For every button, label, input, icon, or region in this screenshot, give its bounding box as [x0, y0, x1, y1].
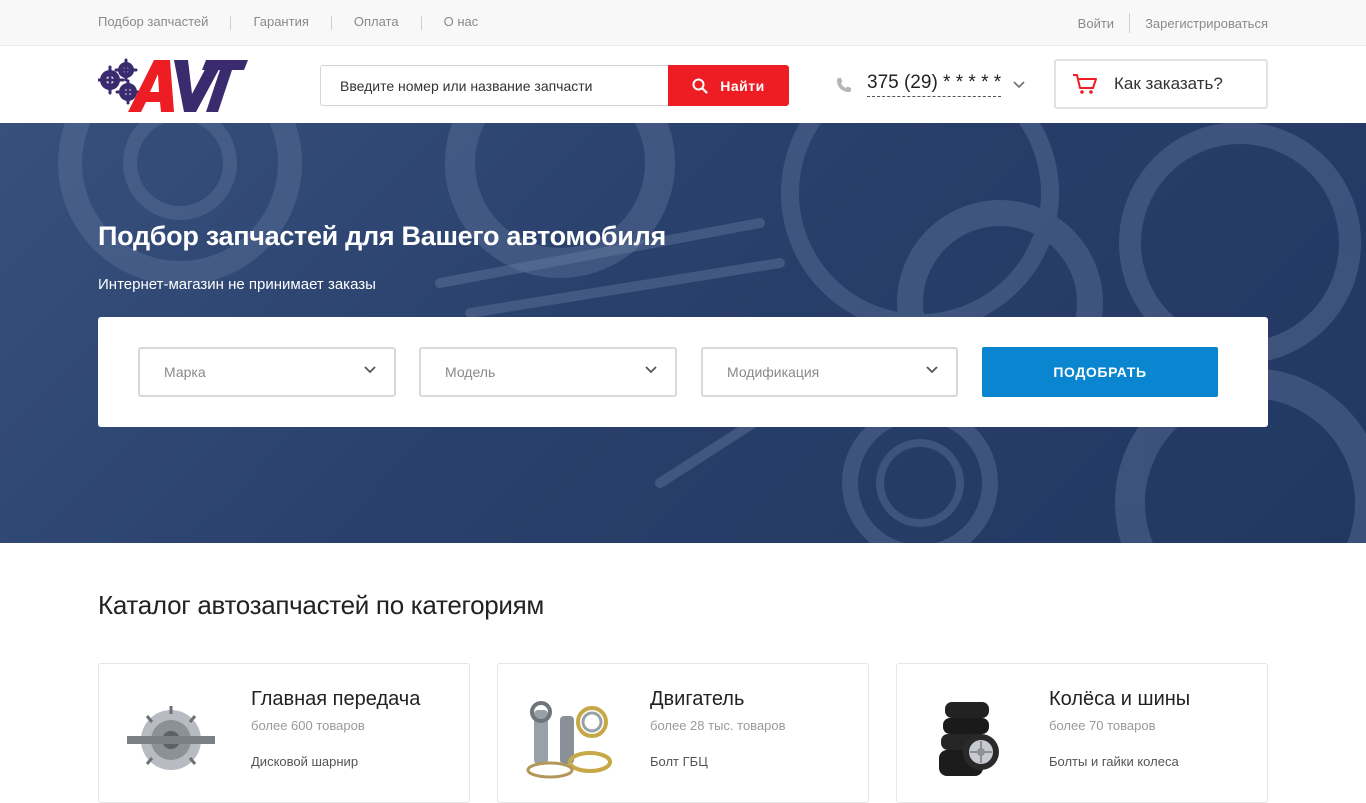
vehicle-selector: Марка Модель Модификация ПОДОБРАТЬ [98, 317, 1268, 427]
divider [330, 16, 332, 30]
chevron-down-icon [645, 366, 657, 374]
catalog-title: Каталог автозапчастей по категориям [98, 590, 544, 620]
phone-icon [837, 77, 851, 92]
category-name[interactable]: Колёса и шины [1049, 688, 1190, 711]
make-select-label: Марка [164, 364, 206, 380]
search-button[interactable]: Найти [668, 65, 789, 106]
top-nav: Подбор запчастей Гарантия Оплата О нас [98, 14, 478, 30]
register-link[interactable]: Зарегистрироваться [1145, 16, 1268, 33]
phone-number[interactable]: 375 (29) * * * * * [867, 72, 1002, 97]
avt-logo[interactable] [98, 56, 248, 114]
category-subitem-link[interactable]: Болты и гайки колеса [1049, 754, 1179, 769]
topnav-item-payment[interactable]: Оплата [354, 14, 399, 30]
category-subitem-link[interactable]: Дисковой шарнир [251, 754, 358, 769]
category-subitem-link[interactable]: Болт ГБЦ [650, 754, 708, 769]
top-bar: Подбор запчастей Гарантия Оплата О нас В… [0, 0, 1366, 46]
topnav-item-about[interactable]: О нас [444, 14, 479, 30]
category-count: более 600 товаров [251, 718, 365, 733]
category-card-wheels[interactable]: Колёса и шины более 70 товаров Болты и г… [896, 663, 1268, 803]
category-count: более 70 товаров [1049, 718, 1156, 733]
gearbox-icon [127, 706, 215, 770]
hero-subtitle: Интернет-магазин не принимает заказы [98, 276, 376, 293]
divider [420, 16, 422, 30]
how-to-order-button[interactable]: Как заказать? [1054, 59, 1268, 109]
site-header: Найти 375 (29) * * * * * Как заказать? [0, 46, 1366, 123]
model-select-label: Модель [445, 364, 496, 380]
search-bar: Найти [320, 65, 789, 106]
hero-title: Подбор запчастей для Вашего автомобиля [98, 221, 666, 251]
chevron-down-icon [364, 366, 376, 374]
engine-parts-icon [526, 701, 612, 779]
model-select[interactable]: Модель [419, 347, 677, 397]
chevron-down-icon [926, 366, 938, 374]
topnav-item-parts[interactable]: Подбор запчастей [98, 14, 208, 30]
search-button-label: Найти [720, 77, 765, 94]
hero-banner: Подбор запчастей для Вашего автомобиля И… [0, 123, 1366, 543]
chevron-down-icon[interactable] [1013, 80, 1025, 89]
modification-select[interactable]: Модификация [701, 347, 958, 397]
login-link[interactable]: Войти [1078, 16, 1114, 33]
auth-links: Войти Зарегистрироваться [1078, 13, 1268, 33]
category-card-main-gear[interactable]: Главная передача более 600 товаров Диско… [98, 663, 470, 803]
category-card-engine[interactable]: Двигатель более 28 тыс. товаров Болт ГБЦ [497, 663, 869, 803]
modification-select-label: Модификация [727, 364, 820, 380]
search-input[interactable] [320, 65, 668, 106]
make-select[interactable]: Марка [138, 347, 396, 397]
category-name[interactable]: Двигатель [650, 688, 744, 711]
divider [1129, 13, 1131, 33]
cart-icon [1073, 74, 1097, 94]
category-count: более 28 тыс. товаров [650, 718, 786, 733]
how-to-order-label: Как заказать? [1114, 74, 1223, 93]
topnav-item-warranty[interactable]: Гарантия [253, 14, 308, 30]
phone-block: 375 (29) * * * * * [835, 72, 1025, 97]
pick-button[interactable]: ПОДОБРАТЬ [982, 347, 1218, 397]
category-name[interactable]: Главная передача [251, 688, 420, 711]
divider [230, 16, 232, 30]
search-icon [692, 78, 708, 94]
tires-icon [939, 702, 999, 776]
